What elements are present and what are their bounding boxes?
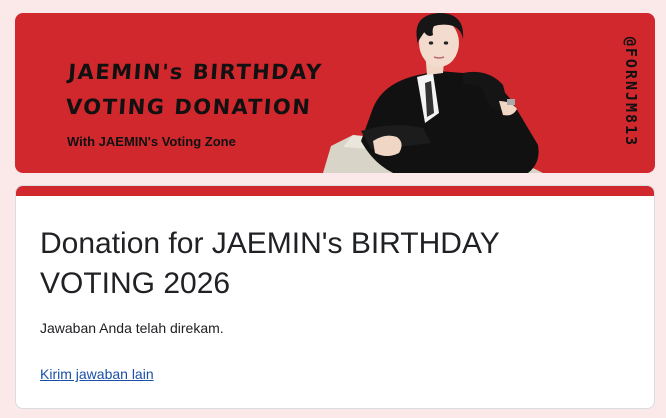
form-title: Donation for JAEMIN's BIRTHDAY VOTING 20…: [40, 227, 500, 300]
card-accent-bar: [16, 186, 654, 196]
banner-title: JAEMIN's BIRTHDAY VOTING DONATION: [65, 55, 324, 125]
banner-photo: [323, 13, 543, 173]
banner-title-line-2: VOTING DONATION: [64, 95, 313, 119]
banner-handle-text: @FORNJM813: [622, 36, 640, 148]
header-banner: JAEMIN's BIRTHDAY VOTING DONATION With J…: [15, 13, 655, 173]
response-card: Donation for JAEMIN's BIRTHDAY VOTING 20…: [15, 185, 655, 409]
banner-handle: @FORNJM813: [611, 27, 651, 157]
banner-subtitle: With JAEMIN's Voting Zone: [67, 134, 236, 149]
submit-another-response-link[interactable]: Kirim jawaban lain: [40, 366, 154, 382]
banner-title-line-1: JAEMIN's BIRTHDAY: [67, 60, 324, 84]
confirmation-message: Jawaban Anda telah direkam.: [40, 320, 224, 336]
